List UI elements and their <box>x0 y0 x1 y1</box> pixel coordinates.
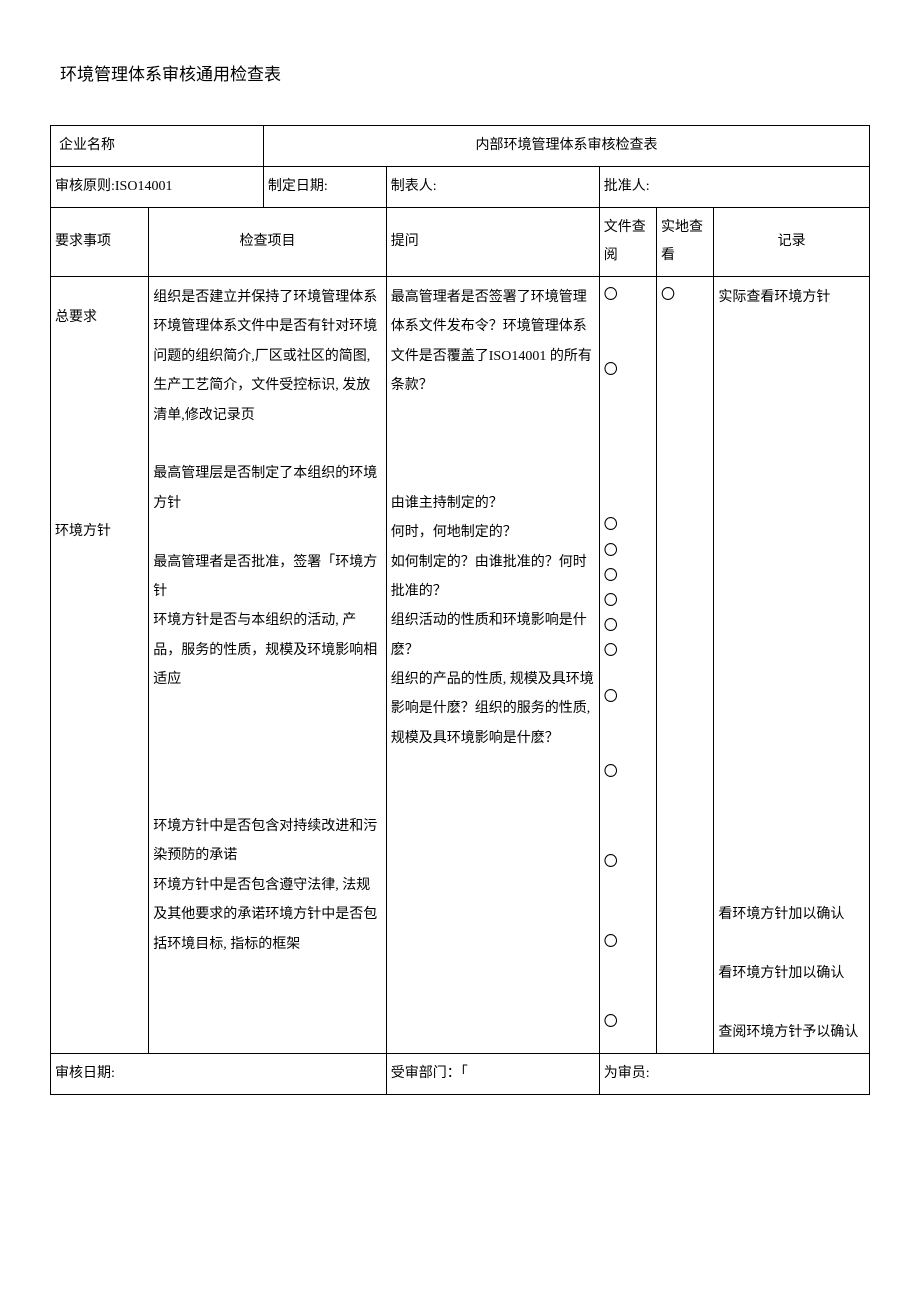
circle-icon: 〇 <box>604 358 652 383</box>
req1: 总要求 <box>55 310 97 325</box>
date-label: 制定日期: <box>263 167 386 208</box>
col-site: 实地查看 <box>657 208 714 277</box>
circle-icon: 〇 <box>604 564 652 589</box>
circle-icon: 〇 <box>604 614 652 639</box>
circle-icon: 〇 <box>604 639 652 664</box>
principle-label: 审核原则:ISO14001 <box>51 167 264 208</box>
circle-icon: 〇 <box>604 283 652 308</box>
col-record: 记录 <box>714 208 870 277</box>
doc-cell: 〇 〇 〇 〇 〇 〇 〇 〇 〇 〇 〇 〇 〇 <box>599 277 656 1054</box>
page-title: 环境管理体系审核通用检查表 <box>50 60 870 85</box>
footer-dept: 受审部门：「 <box>386 1054 599 1095</box>
items-cell: 组织是否建立并保持了环境管理体系 环境管理体系文件中是否有针对环境问题的组织简介… <box>149 277 387 1054</box>
col-question: 提问 <box>386 208 599 277</box>
column-header-row: 要求事项 检查项目 提问 文件查阅 实地查看 记录 <box>51 208 870 277</box>
form-title: 内部环境管理体系审核检查表 <box>263 126 869 167</box>
circle-icon: 〇 <box>604 760 652 785</box>
footer-auditor: 为审员: <box>599 1054 869 1095</box>
company-label: 企业名称 <box>51 126 264 167</box>
approver-label: 批准人: <box>599 167 869 208</box>
circle-icon: 〇 <box>604 539 652 564</box>
circle-icon: 〇 <box>604 1010 652 1035</box>
col-item: 检查项目 <box>149 208 387 277</box>
col-req: 要求事项 <box>51 208 149 277</box>
footer-date: 审核日期: <box>51 1054 387 1095</box>
circle-icon: 〇 <box>604 685 652 710</box>
questions-cell: 最高管理者是否签署了环境管理体系文件发布令？环境管理体系文件是否覆盖了ISO14… <box>386 277 599 1054</box>
col-doc: 文件查阅 <box>599 208 656 277</box>
header-row-2: 审核原则:ISO14001 制定日期: 制表人: 批准人: <box>51 167 870 208</box>
circle-icon: 〇 <box>661 283 709 308</box>
footer-row: 审核日期: 受审部门：「 为审员: <box>51 1054 870 1095</box>
req-cell: 总要求 环境方针 <box>51 277 149 1054</box>
audit-table: 企业名称 内部环境管理体系审核检查表 审核原则:ISO14001 制定日期: 制… <box>50 125 870 1095</box>
circle-icon: 〇 <box>604 589 652 614</box>
req2: 环境方针 <box>55 524 111 539</box>
circle-icon: 〇 <box>604 513 652 538</box>
preparer-label: 制表人: <box>386 167 599 208</box>
body-row: 总要求 环境方针 组织是否建立并保持了环境管理体系 环境管理体系文件中是否有针对… <box>51 277 870 1054</box>
site-cell: 〇 <box>657 277 714 1054</box>
header-row-1: 企业名称 内部环境管理体系审核检查表 <box>51 126 870 167</box>
circle-icon: 〇 <box>604 850 652 875</box>
record-cell: 实际查看环境方针 看环境方针加以确认 看环境方针加以确认 查阅环境方针予以确认 <box>714 277 870 1054</box>
circle-icon: 〇 <box>604 930 652 955</box>
